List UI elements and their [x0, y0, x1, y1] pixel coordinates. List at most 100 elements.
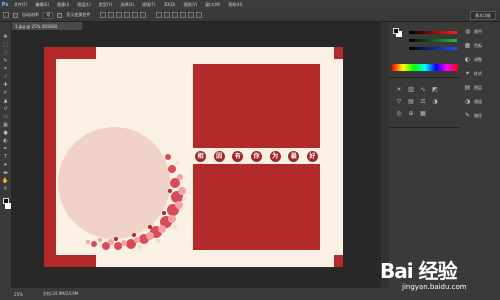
- panel-icon: ▤: [464, 84, 471, 91]
- menu-item[interactable]: 帮助(H): [224, 2, 246, 8]
- app-logo: Ps: [1, 1, 9, 8]
- auto-select-checkbox[interactable]: [13, 12, 18, 18]
- side-panel-item[interactable]: ▤ 图层: [464, 84, 482, 91]
- brightness-icon[interactable]: ☀: [395, 86, 403, 93]
- side-panel-item[interactable]: ◑ 通道: [464, 98, 482, 105]
- frame-bottom-left: [44, 255, 96, 267]
- align-right-icon[interactable]: [140, 12, 147, 18]
- stamp-tool-icon[interactable]: ▲: [2, 98, 9, 104]
- title-char: 有: [232, 150, 244, 162]
- red-slider[interactable]: [409, 30, 457, 34]
- quick-select-tool-icon[interactable]: ✎: [2, 58, 9, 64]
- blur-tool-icon[interactable]: ●: [2, 130, 9, 136]
- photo-filter-icon[interactable]: ◎: [395, 110, 403, 117]
- black-white-icon[interactable]: ◑: [431, 98, 439, 105]
- menu-item[interactable]: 视图(V): [179, 2, 201, 8]
- eraser-tool-icon[interactable]: ▭: [2, 114, 9, 120]
- photo-placeholder-bottom: [193, 164, 320, 250]
- color-swatches-mini: [393, 28, 403, 38]
- side-panel-item[interactable]: ◍ 颜色: [464, 28, 482, 35]
- crop-tool-icon[interactable]: ⌗: [2, 66, 9, 72]
- panel-icon: ✦: [464, 70, 471, 77]
- distribute-middle-icon[interactable]: [164, 12, 171, 18]
- menu-item[interactable]: 选择(S): [116, 2, 138, 8]
- watermark-url: jingyan.baidu.com: [402, 283, 467, 291]
- title-char: 你: [250, 150, 262, 162]
- history-brush-tool-icon[interactable]: ↺: [2, 106, 9, 112]
- frame-bottom-right: [334, 255, 343, 267]
- eyedropper-tool-icon[interactable]: ⁄: [2, 74, 9, 80]
- background-color-swatch[interactable]: [4, 203, 11, 209]
- side-panel-item[interactable]: ▦ 色板: [464, 42, 482, 49]
- panel-icon: ▦: [464, 42, 471, 49]
- channel-mixer-icon[interactable]: ⊕: [407, 110, 415, 117]
- type-tool-icon[interactable]: T: [2, 154, 9, 160]
- shape-tool-icon[interactable]: ▬: [2, 170, 9, 176]
- menu-item[interactable]: 图层(L): [73, 2, 94, 8]
- path-select-tool-icon[interactable]: ➤: [2, 162, 9, 168]
- zoom-level[interactable]: 25%: [14, 292, 23, 297]
- menu-item[interactable]: 3D(D): [160, 2, 180, 8]
- curves-icon[interactable]: ∿: [419, 86, 427, 93]
- marquee-tool-icon[interactable]: ⬚: [2, 42, 9, 48]
- align-middle-icon[interactable]: [108, 12, 115, 18]
- title-char: 最: [288, 150, 300, 162]
- side-panel-item[interactable]: ✦ 样式: [464, 70, 482, 77]
- workspace-switcher[interactable]: 基本功能: [470, 11, 496, 20]
- pen-tool-icon[interactable]: ✒: [2, 146, 9, 152]
- menu-item[interactable]: 窗口(W): [201, 2, 224, 8]
- menu-item[interactable]: 滤镜(T): [138, 2, 160, 8]
- canvas-area: 相因有你为最好: [11, 30, 381, 288]
- menu-item[interactable]: 图像(I): [53, 2, 73, 8]
- green-slider[interactable]: [409, 38, 457, 42]
- distribute-right-icon[interactable]: [196, 12, 203, 18]
- side-panel-item[interactable]: ◐ 调整: [464, 56, 482, 63]
- side-panel-item[interactable]: ✎ 路径: [464, 112, 482, 119]
- baidu-watermark: Bai 经验 jingyan.baidu.com: [380, 255, 498, 295]
- auto-select-label: 自动选择:: [22, 12, 40, 17]
- layer-select-dropdown[interactable]: 组: [43, 11, 54, 19]
- hue-saturation-icon[interactable]: ▤: [407, 98, 415, 105]
- flower-decoration: [86, 154, 186, 250]
- align-buttons: [100, 12, 147, 18]
- align-bottom-icon[interactable]: [116, 12, 123, 18]
- distribute-left-icon[interactable]: [180, 12, 187, 18]
- title-char: 因: [213, 150, 225, 162]
- blue-slider[interactable]: [409, 46, 457, 50]
- title-char: 好: [306, 150, 318, 162]
- distribute-center-icon[interactable]: [188, 12, 195, 18]
- levels-icon[interactable]: ▥: [407, 86, 415, 93]
- move-tool-icon[interactable]: ✥: [2, 34, 9, 40]
- exposure-icon[interactable]: ◩: [431, 86, 439, 93]
- foreground-color-mini[interactable]: [393, 28, 399, 34]
- menu-item[interactable]: 类型(Y): [95, 2, 117, 8]
- menu-item[interactable]: 文件(F): [10, 2, 31, 8]
- zoom-tool-icon[interactable]: ⚲: [2, 186, 9, 192]
- color-spectrum[interactable]: [392, 64, 458, 71]
- panel-icon: ◍: [464, 28, 471, 35]
- document-tab[interactable]: 1.jpg @ 25% (RGB/8): [12, 22, 82, 30]
- side-panel-label: 路径: [474, 112, 482, 118]
- distribute-bottom-icon[interactable]: [172, 12, 179, 18]
- color-panel: [389, 22, 461, 78]
- color-lookup-icon[interactable]: ▦: [419, 110, 427, 117]
- hand-tool-icon[interactable]: ✋: [2, 178, 9, 184]
- side-panel-collapsed: ◍ 颜色 ▦ 色板 ◐ 调整 ✦ 样式 ▤ 图层 ◑ 通道 ✎ 路径: [461, 22, 500, 288]
- brush-tool-icon[interactable]: ✐: [2, 90, 9, 96]
- lasso-tool-icon[interactable]: ◌: [2, 50, 9, 56]
- color-balance-icon[interactable]: ⚖: [419, 98, 427, 105]
- align-center-icon[interactable]: [132, 12, 139, 18]
- gradient-tool-icon[interactable]: ▦: [2, 122, 9, 128]
- align-left-icon[interactable]: [124, 12, 131, 18]
- distribute-top-icon[interactable]: [156, 12, 163, 18]
- healing-brush-tool-icon[interactable]: ✚: [2, 82, 9, 88]
- dodge-tool-icon[interactable]: ◐: [2, 138, 9, 144]
- align-top-icon[interactable]: [100, 12, 107, 18]
- show-transform-checkbox[interactable]: [57, 12, 63, 18]
- move-tool-icon[interactable]: [3, 12, 9, 18]
- tools-panel: ✥ ⬚ ◌ ✎ ⌗ ⁄ ✚ ✐ ▲ ↺ ▭ ▦ ● ◐ ✒ T ➤ ▬ ✋ ⚲: [0, 22, 11, 290]
- distribute-buttons: [156, 12, 203, 18]
- menu-item[interactable]: 编辑(E): [31, 2, 53, 8]
- vibrance-icon[interactable]: ▽: [395, 98, 403, 105]
- document-canvas[interactable]: 相因有你为最好: [44, 47, 343, 267]
